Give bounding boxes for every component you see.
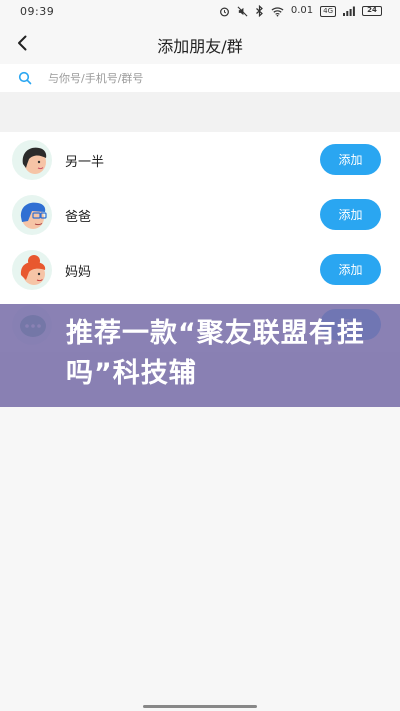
- contact-row: 妈妈 添加: [0, 242, 400, 297]
- mother-avatar-icon: [20, 255, 46, 285]
- mute-icon: [237, 6, 248, 16]
- search-input[interactable]: [46, 70, 350, 86]
- avatar: [12, 195, 52, 235]
- status-time: 09:39: [20, 5, 55, 18]
- contact-name: 另一半: [65, 155, 105, 170]
- contact-name: 妈妈: [65, 265, 92, 280]
- avatar: [12, 140, 52, 180]
- bluetooth-icon: [255, 5, 263, 17]
- woman-avatar-icon: [22, 147, 47, 174]
- add-button[interactable]: 添加: [320, 199, 381, 230]
- add-button[interactable]: 添加: [320, 254, 381, 285]
- avatar: [12, 250, 52, 290]
- status-bar: 09:39 0.01 4G 24: [0, 0, 400, 24]
- battery-level: 24: [367, 6, 377, 14]
- network-speed: 0.01: [290, 5, 314, 16]
- contact-row: 爸爸 添加: [0, 187, 400, 242]
- overlay-text: 推荐一款“聚友联盟有挂吗”科技辅: [66, 318, 365, 389]
- contact-row: 另一半 添加: [0, 132, 400, 187]
- header: 添加朋友/群: [0, 24, 400, 64]
- man-avatar-icon: [20, 202, 47, 229]
- search-icon: [18, 71, 32, 85]
- status-icons: 0.01 4G 24: [219, 4, 382, 18]
- alarm-icon: [219, 7, 229, 16]
- add-button[interactable]: 添加: [320, 144, 381, 175]
- signal-icon: [343, 6, 355, 16]
- search-bar[interactable]: [0, 64, 400, 92]
- overlay-banner: 推荐一款“聚友联盟有挂吗”科技辅: [0, 304, 400, 407]
- home-indicator[interactable]: [143, 705, 257, 708]
- wifi-icon: [271, 6, 284, 17]
- section-gap: [0, 92, 400, 132]
- contact-name: 爸爸: [65, 210, 92, 225]
- network-type: 4G: [320, 5, 336, 17]
- page-title: 添加朋友/群: [157, 37, 243, 56]
- battery-icon: 24: [362, 6, 382, 16]
